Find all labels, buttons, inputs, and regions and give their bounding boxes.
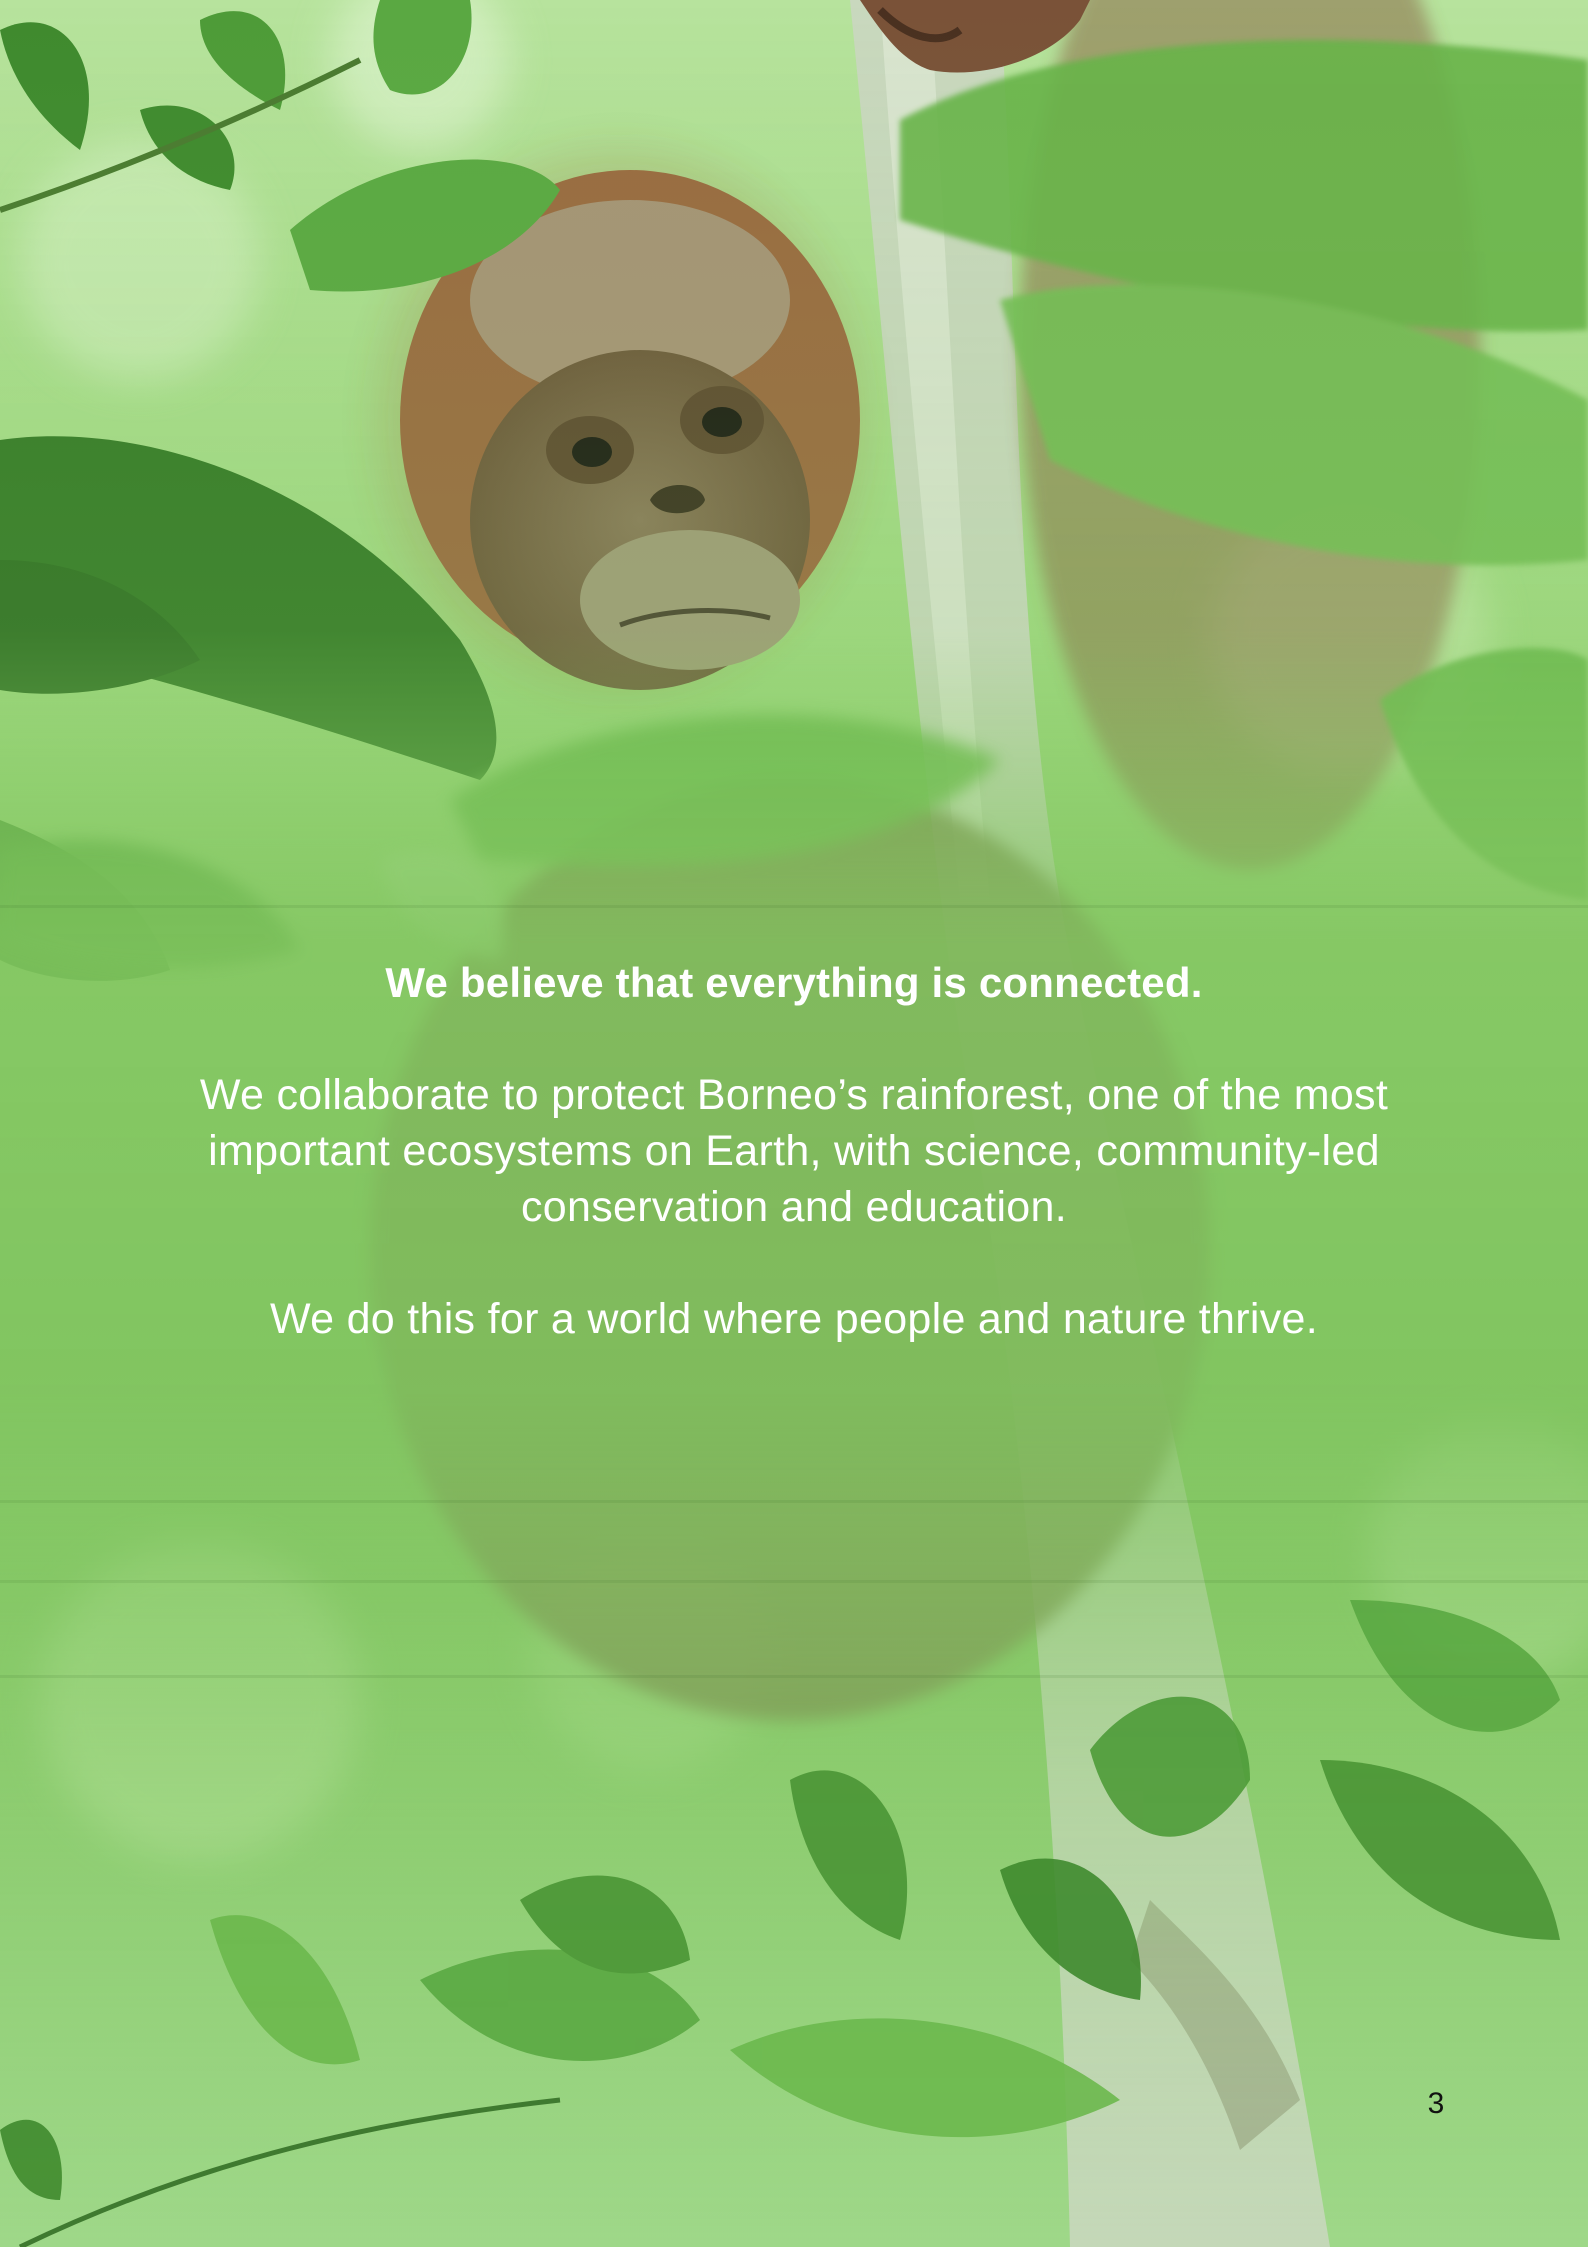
headline: We believe that everything is connected.: [385, 959, 1203, 1006]
mission-statement: We believe that everything is connected.…: [120, 955, 1468, 1347]
vision-paragraph: We do this for a world where people and …: [270, 1295, 1318, 1343]
page-number: 3: [1427, 2087, 1445, 2120]
page: We believe that everything is connected.…: [0, 0, 1588, 2247]
mission-paragraph: We collaborate to protect Borneo’s rainf…: [199, 1071, 1389, 1231]
